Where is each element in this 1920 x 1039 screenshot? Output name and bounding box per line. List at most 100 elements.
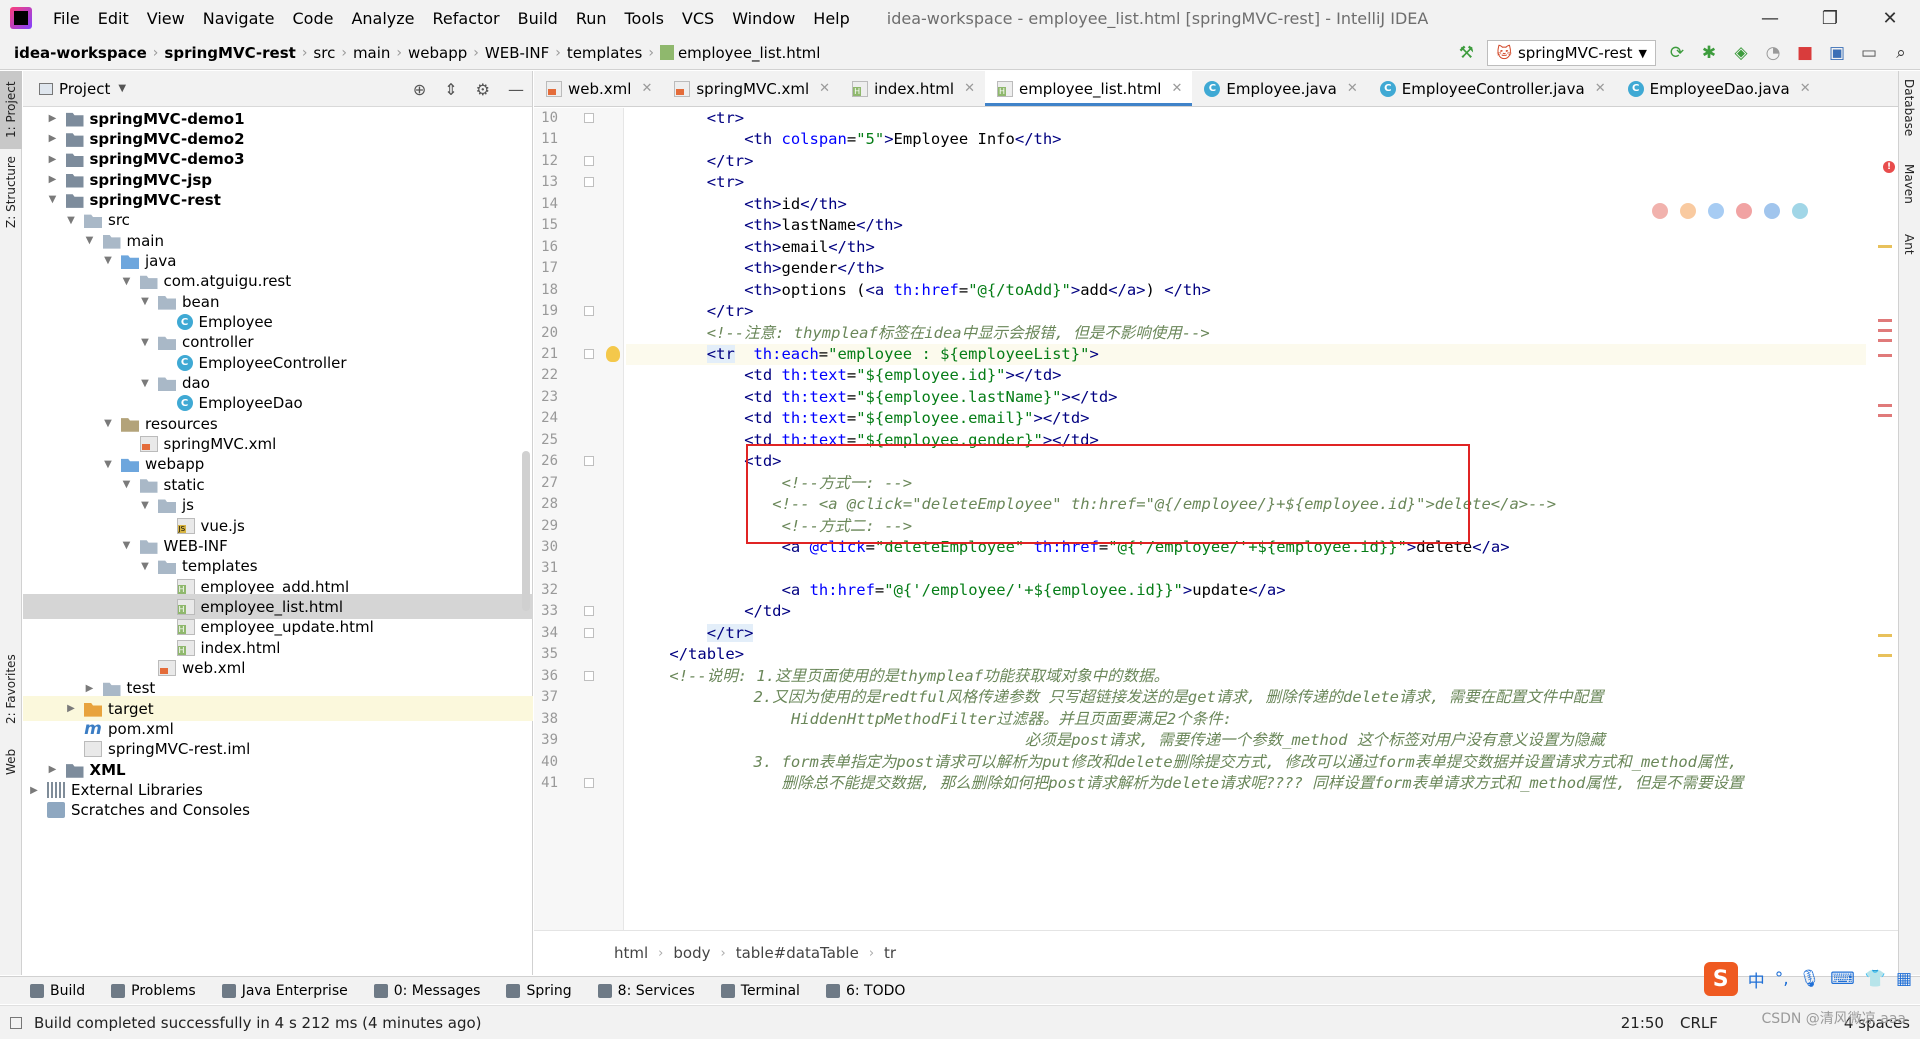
menu-item-build[interactable]: Build [509, 9, 567, 28]
menu-item-help[interactable]: Help [804, 9, 858, 28]
microphone-icon[interactable]: 🎙 [1799, 969, 1821, 989]
collapsed-arrow-icon[interactable]: ▶ [27, 785, 41, 796]
error-mark[interactable] [1878, 329, 1892, 332]
expanded-arrow-icon[interactable]: ▼ [64, 215, 78, 226]
expanded-arrow-icon[interactable]: ▼ [83, 235, 97, 246]
fold-marker-icon[interactable] [584, 348, 594, 359]
skin-icon[interactable]: 👕 [1865, 969, 1886, 989]
coverage-icon[interactable]: ◈ [1730, 42, 1752, 64]
error-mark[interactable] [1878, 404, 1892, 407]
stop-icon[interactable]: ■ [1794, 42, 1816, 64]
fold-marker-icon[interactable] [584, 306, 594, 317]
tree-item[interactable]: Scratches and Consoles [23, 798, 533, 823]
expanded-arrow-icon[interactable]: ▼ [138, 500, 152, 511]
database-tool-tab[interactable]: Database [1898, 71, 1920, 145]
search-icon[interactable]: ⌕ [1890, 42, 1912, 64]
project-tool-tab[interactable]: 1: Project [0, 71, 22, 149]
punctuation-icon[interactable]: °, [1775, 969, 1789, 989]
maven-tool-tab[interactable]: Maven [1898, 155, 1920, 213]
expanded-arrow-icon[interactable]: ▼ [120, 540, 134, 551]
close-tab-icon[interactable]: ✕ [641, 81, 652, 96]
close-icon[interactable]: ✕ [1860, 0, 1920, 36]
close-tab-icon[interactable]: ✕ [964, 81, 975, 96]
editor-breadcrumb-item[interactable]: html [614, 944, 648, 962]
editor-breadcrumb-item[interactable]: tr [884, 944, 896, 962]
build-hammer-icon[interactable]: ⚒ [1455, 42, 1477, 64]
menu-item-tools[interactable]: Tools [616, 9, 673, 28]
caret-position[interactable]: 21:50 [1621, 1014, 1664, 1032]
tool-window-button[interactable]: 8: Services [597, 983, 695, 999]
tool-window-button[interactable]: Problems [111, 983, 196, 999]
menu-item-file[interactable]: File [44, 9, 89, 28]
breadcrumb-item[interactable]: main [353, 44, 390, 62]
expanded-arrow-icon[interactable]: ▼ [101, 459, 115, 470]
expanded-arrow-icon[interactable]: ▼ [138, 561, 152, 572]
close-tab-icon[interactable]: ✕ [819, 81, 830, 96]
breadcrumb-item[interactable]: src [313, 44, 335, 62]
menu-item-code[interactable]: Code [284, 9, 343, 28]
close-tab-icon[interactable]: ✕ [1171, 81, 1182, 96]
menu-item-analyze[interactable]: Analyze [342, 9, 423, 28]
fold-marker-icon[interactable] [584, 777, 594, 788]
breadcrumb-item[interactable]: WEB-INF [485, 44, 549, 62]
editor-tab[interactable]: C EmployeeDao.java ✕ [1616, 71, 1821, 106]
menu-item-refactor[interactable]: Refactor [424, 9, 509, 28]
fold-marker-icon[interactable] [584, 155, 594, 166]
error-stripe[interactable] [1874, 108, 1898, 930]
collapsed-arrow-icon[interactable]: ▶ [46, 113, 60, 124]
layout-icon[interactable]: ▭ [1858, 42, 1880, 64]
run-configuration-select[interactable]: 🐱 springMVC-rest ▼ [1487, 40, 1656, 66]
editor-tab[interactable]: springMVC.xml ✕ [662, 71, 840, 106]
warning-mark[interactable] [1878, 634, 1892, 637]
menu-item-window[interactable]: Window [723, 9, 804, 28]
edge-icon[interactable] [1792, 203, 1808, 219]
ie-icon[interactable] [1764, 203, 1780, 219]
project-panel-title[interactable]: Project [59, 80, 110, 98]
ime-language[interactable]: 中 [1748, 967, 1765, 992]
line-separator[interactable]: CRLF [1680, 1014, 1718, 1032]
breadcrumb-item[interactable]: webapp [408, 44, 467, 62]
editor-tab[interactable]: web.xml ✕ [534, 71, 662, 106]
error-mark[interactable] [1878, 319, 1892, 322]
close-tab-icon[interactable]: ✕ [1347, 81, 1358, 96]
close-tab-icon[interactable]: ✕ [1595, 81, 1606, 96]
editor-breadcrumb-item[interactable]: table#dataTable [736, 944, 859, 962]
intention-bulb-icon[interactable] [606, 345, 620, 362]
error-mark[interactable] [1878, 354, 1892, 357]
fold-marker-icon[interactable] [584, 606, 594, 617]
expanded-arrow-icon[interactable]: ▼ [101, 255, 115, 266]
error-mark[interactable] [1878, 414, 1892, 417]
expanded-arrow-icon[interactable]: ▼ [101, 418, 115, 429]
breadcrumb-item[interactable]: springMVC-rest [164, 44, 295, 62]
fold-marker-icon[interactable] [584, 627, 594, 638]
collapsed-arrow-icon[interactable]: ▶ [46, 154, 60, 165]
collapsed-arrow-icon[interactable]: ▶ [64, 703, 78, 714]
menu-item-run[interactable]: Run [567, 9, 616, 28]
expanded-arrow-icon[interactable]: ▼ [120, 479, 134, 490]
menu-item-edit[interactable]: Edit [89, 9, 138, 28]
maximize-icon[interactable]: ❐ [1800, 0, 1860, 36]
breadcrumb-item[interactable]: idea-workspace [14, 44, 147, 62]
error-indicator-icon[interactable]: ! [1883, 161, 1895, 173]
favorites-tool-tab[interactable]: 2: Favorites [0, 643, 22, 735]
tool-window-button[interactable]: Spring [506, 983, 572, 999]
tool-window-button[interactable]: Java Enterprise [221, 983, 348, 999]
expanded-arrow-icon[interactable]: ▼ [138, 378, 152, 389]
collapsed-arrow-icon[interactable]: ▶ [46, 764, 60, 775]
expanded-arrow-icon[interactable]: ▼ [138, 296, 152, 307]
fold-marker-icon[interactable] [584, 177, 594, 188]
fold-marker-icon[interactable] [584, 456, 594, 467]
expanded-arrow-icon[interactable]: ▼ [46, 194, 60, 205]
chevron-down-icon[interactable]: ▼ [118, 83, 126, 94]
tree-scrollbar[interactable] [522, 451, 530, 611]
collapse-all-icon[interactable]: ⇕ [444, 80, 457, 99]
breadcrumb-item[interactable]: employee_list.html [659, 44, 820, 62]
close-tab-icon[interactable]: ✕ [1800, 81, 1811, 96]
menu-item-view[interactable]: View [138, 9, 194, 28]
gear-icon[interactable]: ⚙ [476, 80, 490, 99]
structure-tool-tab[interactable]: Z: Structure [0, 149, 22, 235]
collapsed-arrow-icon[interactable]: ▶ [46, 174, 60, 185]
expanded-arrow-icon[interactable]: ▼ [138, 337, 152, 348]
locate-icon[interactable]: ⊕ [413, 80, 426, 99]
tool-window-button[interactable]: 0: Messages [373, 983, 480, 999]
